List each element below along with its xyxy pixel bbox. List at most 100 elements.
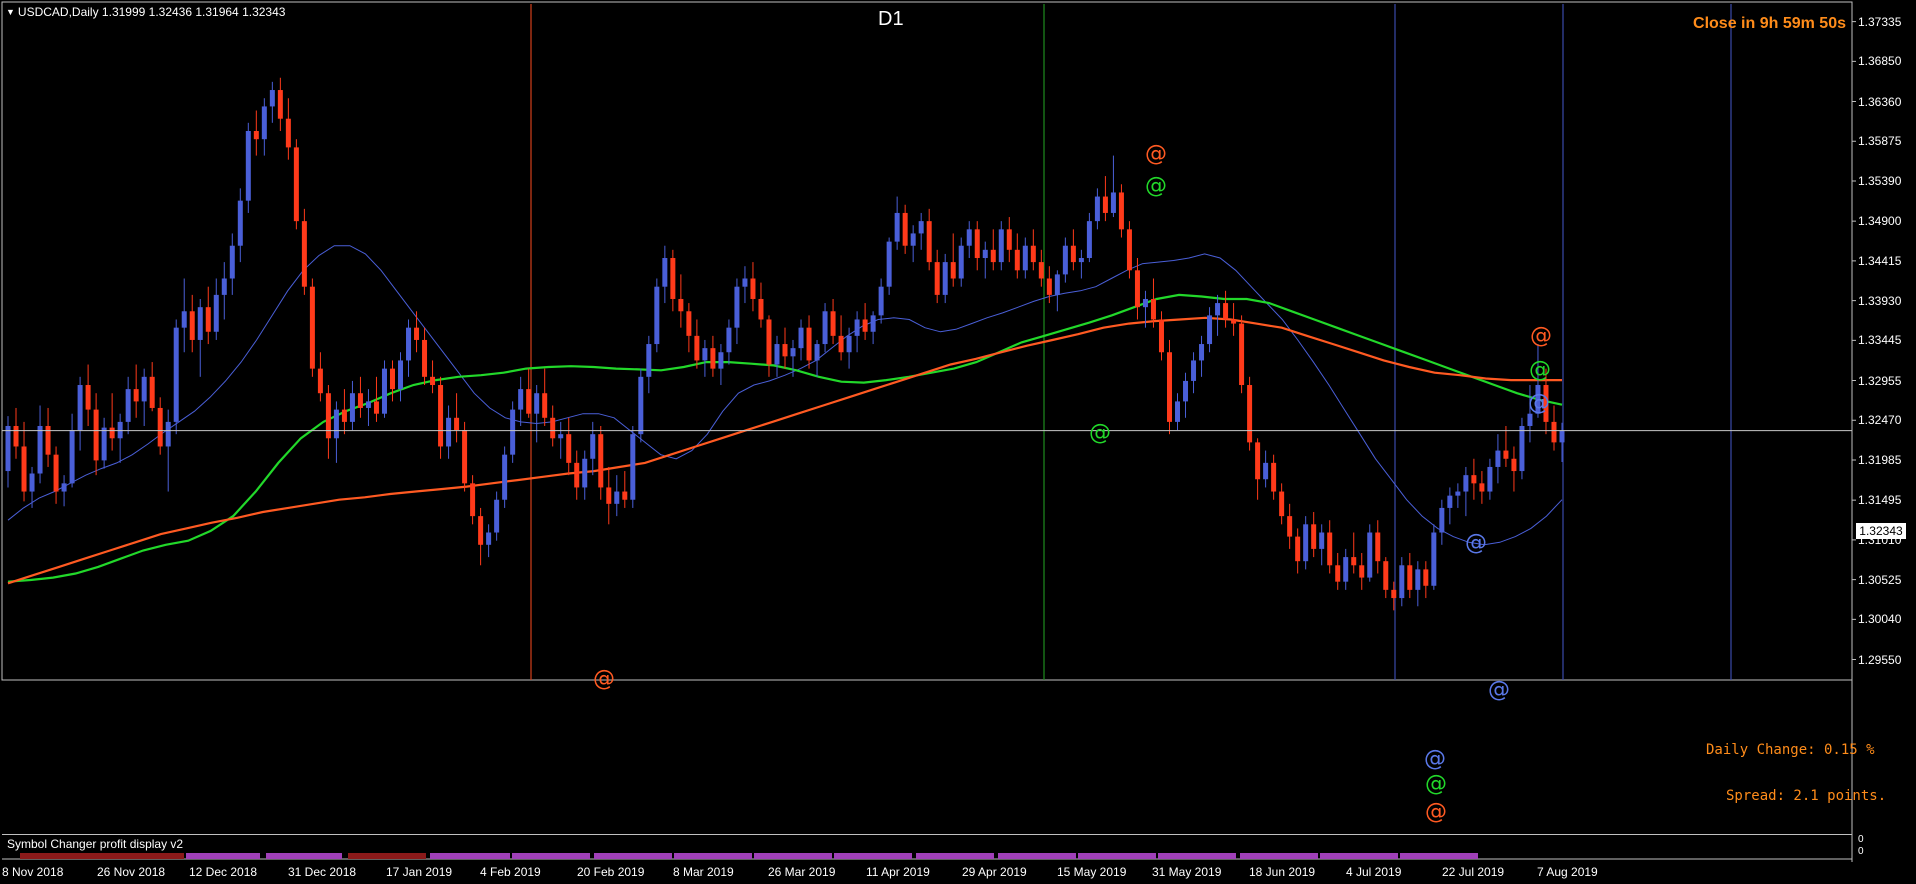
candle-body [1367,532,1373,578]
candle-body [870,315,876,332]
candle-body [910,233,916,246]
candle-body [149,376,155,408]
candle-body [389,368,395,390]
price-tick-label: 1.37335 [1858,14,1902,29]
candle-body [1351,557,1357,566]
candle-body [21,446,27,492]
signal-marker-icon: @ [1145,173,1167,199]
candle-body [213,294,219,332]
price-tick-label: 1.31495 [1858,493,1902,508]
candle-body [630,434,636,500]
candle-body [1239,323,1245,386]
price-tick-label: 1.33445 [1858,333,1902,348]
candle-body [133,389,139,402]
date-tick-label: 4 Jul 2019 [1346,865,1402,879]
candle-body [566,434,572,463]
candle-body [85,385,91,410]
candle-body [518,389,524,410]
candle-body [1022,245,1028,271]
candle-body [502,454,508,500]
candle-body [1014,249,1020,271]
candle-body [782,344,788,357]
candle-body [1487,466,1493,492]
candle-body [894,212,900,242]
candle-body [37,425,43,474]
candle-body [117,421,123,439]
candle-body [662,258,668,287]
candle-body [406,327,412,361]
candle-body [798,327,804,349]
candle-body [582,458,588,488]
candle-body [1078,258,1084,263]
date-tick-label: 31 May 2019 [1152,865,1222,879]
current-price-tag: 1.32343 [1856,523,1906,539]
candle-body [526,389,532,414]
candle-body [1495,450,1501,467]
dropdown-arrow-icon[interactable]: ▼ [6,7,15,17]
candle-body [1471,475,1477,484]
signal-marker-icon: @ [1425,799,1447,825]
candle-body [1054,274,1060,295]
candle-body [990,249,996,263]
candle-body [1175,401,1181,422]
candle-body [734,286,740,328]
price-chart[interactable] [0,0,1916,884]
candle-body [670,258,676,299]
candle-body [301,221,307,287]
indicator-subwindow[interactable]: Symbol Changer profit display v2 [2,834,1852,859]
bar-countdown: Close in 9h 59m 50s [1693,15,1846,32]
candle-body [958,245,964,279]
candle-body [309,286,315,369]
candle-body [1319,532,1325,549]
date-tick-label: 29 Apr 2019 [962,865,1027,879]
candle-body [1118,192,1124,230]
candle-body [109,427,115,439]
candle-body [1391,589,1397,599]
candle-body [341,409,347,422]
candle-body [293,147,299,222]
candle-body [1166,352,1172,422]
price-tick-label: 1.32955 [1858,373,1902,388]
price-tick-label: 1.30040 [1858,612,1902,627]
candle-body [1134,270,1140,308]
candle-body [205,307,211,332]
candle-body [1295,536,1301,562]
candle-body [125,389,131,422]
candle-body [189,311,195,340]
candle-body [1062,245,1068,275]
date-tick-label: 8 Nov 2018 [2,865,64,879]
candle-body [285,118,291,148]
candle-body [806,327,812,361]
candle-body [598,434,604,488]
date-tick-label: 4 Feb 2019 [480,865,541,879]
candle-body [277,90,283,119]
candle-body [878,286,884,316]
candle-body [269,90,275,107]
symbol-info-text: USDCAD,Daily 1.31999 1.32436 1.31964 1.3… [17,5,286,19]
signal-marker-icon: @ [1424,746,1446,772]
candle-body [317,368,323,394]
candle-body [510,409,516,455]
candle-body [157,407,163,447]
candle-body [1279,491,1285,517]
candle-body [1231,319,1237,324]
candle-body [1375,532,1381,562]
candle-body [1439,507,1445,533]
candle-body [1070,245,1076,263]
candle-body [1158,319,1164,353]
candle-body [1142,298,1148,308]
candle-body [1343,557,1349,582]
candle-body [470,483,476,517]
candle-body [702,348,708,361]
price-tick-label: 1.33930 [1858,293,1902,308]
candle-body [1415,569,1421,590]
candle-body [349,393,355,422]
candle-body [1455,491,1461,496]
candle-body [1030,245,1036,263]
candle-body [558,434,564,439]
candle-body [430,376,436,386]
price-tick-label: 1.30525 [1858,572,1902,587]
candle-body [982,249,988,259]
candle-body [1431,532,1437,586]
signal-marker-icon: @ [1145,141,1167,167]
